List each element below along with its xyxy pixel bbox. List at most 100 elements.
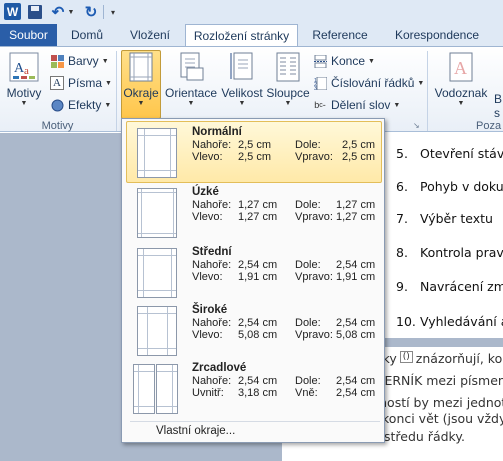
redo-icon[interactable]: ↻ <box>84 3 98 21</box>
tab-mailings[interactable]: Korespondence <box>382 24 492 46</box>
hyphenation-icon: bc- <box>314 100 326 110</box>
body-text-line: ečky()znázorňují, ko <box>368 351 502 366</box>
watermark-icon: A <box>446 51 476 83</box>
margin-bottom-value: 2,54 cm <box>336 375 376 387</box>
tab-insert[interactable]: Vložení <box>117 24 183 46</box>
save-icon[interactable] <box>28 5 42 19</box>
undo-dropdown-icon[interactable]: ▼ <box>67 3 75 21</box>
line-numbers-button[interactable]: 123 Číslování řádků ▼ <box>313 73 425 93</box>
margin-outside-value: 2,54 cm <box>336 387 376 399</box>
list-item[interactable]: 8. Kontrola prav <box>396 245 503 260</box>
body-text-line: EZERNÍK mezi písmen <box>368 373 503 388</box>
list-item[interactable]: 7. Výběr textu <box>396 211 493 226</box>
quick-access-toolbar: W ↶ ▼ ↻ ▾ <box>0 0 503 24</box>
columns-dropdown-icon: ▼ <box>284 100 292 107</box>
line-numbers-icon: 123 <box>313 76 327 90</box>
margin-left-label: Vlevo: <box>192 211 223 223</box>
margin-right-value: 1,91 cm <box>336 271 376 283</box>
colors-button[interactable]: Barvy ▼ <box>50 51 109 71</box>
margin-right-label: Vpravo: <box>295 329 333 341</box>
margin-moderate-icon <box>137 248 177 298</box>
columns-button[interactable]: Sloupce ▼ <box>266 51 310 108</box>
margin-inside-label: Uvnitř: <box>192 387 224 399</box>
hyphenation-button[interactable]: bc- Dělení slov ▼ <box>313 95 400 115</box>
margin-left-label: Vlevo: <box>192 329 223 341</box>
margin-top-label: Nahoře: <box>192 199 232 211</box>
fonts-dropdown-icon: ▼ <box>105 79 112 87</box>
tab-page-layout[interactable]: Rozložení stránky <box>185 24 298 47</box>
page-setup-launcher-icon[interactable]: ↘ <box>413 115 420 135</box>
margin-left-value: 2,5 cm <box>238 151 272 163</box>
orientation-button[interactable]: Orientace ▼ <box>164 51 218 108</box>
fonts-label: Písma <box>68 76 103 90</box>
themes-button[interactable]: Aa Motivy ▼ <box>4 51 44 108</box>
margin-mirrored-icon-left <box>133 364 155 414</box>
list-item[interactable]: 10. Vyhledávání a <box>396 314 503 329</box>
fonts-button[interactable]: A Písma ▼ <box>50 73 112 93</box>
margin-option-narrow[interactable]: Úzké Nahoře: 1,27 cm Dole: 1,27 cm Vlevo… <box>126 181 382 243</box>
margin-bottom-value: 1,27 cm <box>336 199 376 211</box>
margin-left-label: Vlevo: <box>192 151 223 163</box>
body-text-line: konci vět (jsou vždy z <box>382 411 503 426</box>
breaks-icon <box>313 54 327 68</box>
effects-icon <box>50 98 64 112</box>
customize-qat-icon[interactable]: ▾ <box>108 3 118 21</box>
margin-option-mirrored[interactable]: Zrcadlové Nahoře: 2,54 cm Dole: 2,54 cm … <box>126 357 382 419</box>
margin-right-label: Vpravo: <box>295 151 333 163</box>
margin-option-name: Úzké <box>192 186 219 198</box>
margin-top-label: Nahoře: <box>192 259 232 271</box>
margin-top-label: Nahoře: <box>192 317 232 329</box>
margin-normal-icon <box>137 128 177 178</box>
size-button[interactable]: Velikost ▼ <box>220 51 264 108</box>
margin-option-name: Střední <box>192 246 232 258</box>
effects-dropdown-icon: ▼ <box>104 101 112 109</box>
margin-top-value: 1,27 cm <box>238 199 278 211</box>
undo-icon[interactable]: ↶ <box>50 3 66 21</box>
body-text-line: středu řádky. <box>384 429 465 444</box>
ribbon-tabs: Soubor Domů Vložení Rozložení stránky Re… <box>0 24 503 47</box>
line-numbers-label: Číslování řádků <box>331 76 415 90</box>
list-item[interactable]: 9. Navrácení zm <box>396 279 503 294</box>
margin-right-value: 2,5 cm <box>342 151 376 163</box>
word-app-icon[interactable]: W <box>4 3 21 20</box>
margin-option-wide[interactable]: Široké Nahoře: 2,54 cm Dole: 2,54 cm Vle… <box>126 299 382 361</box>
themes-group-label: Motivy <box>41 120 74 132</box>
margin-top-value: 2,54 cm <box>238 317 278 329</box>
size-label: Velikost <box>221 86 263 100</box>
margin-narrow-icon <box>137 188 177 238</box>
line-numbers-dropdown-icon: ▼ <box>417 79 425 87</box>
watermark-button[interactable]: A Vodoznak ▼ <box>432 51 490 108</box>
page-background-group-label: Poza <box>476 120 502 132</box>
margin-option-name: Zrcadlové <box>192 362 247 374</box>
margin-wide-icon <box>137 306 177 356</box>
margin-right-value: 1,27 cm <box>336 211 376 223</box>
list-item[interactable]: 6. Pohyb v doku <box>396 179 503 194</box>
themes-dropdown-icon: ▼ <box>20 100 28 107</box>
margin-right-label: Vpravo: <box>295 211 333 223</box>
margin-left-value: 1,91 cm <box>238 271 278 283</box>
custom-margins-menu-item[interactable]: Vlastní okraje... <box>156 425 235 437</box>
tab-home[interactable]: Domů <box>57 24 117 46</box>
margins-dropdown-menu: Normální Nahoře: 2,5 cm Dole: 2,5 cm Vle… <box>121 118 385 443</box>
margin-option-normal[interactable]: Normální Nahoře: 2,5 cm Dole: 2,5 cm Vle… <box>126 121 382 183</box>
orientation-icon <box>176 51 206 83</box>
tab-references[interactable]: Reference <box>300 24 380 46</box>
themes-label: Motivy <box>6 86 42 100</box>
margin-bottom-value: 2,54 cm <box>336 317 376 329</box>
margin-option-moderate[interactable]: Střední Nahoře: 2,54 cm Dole: 2,54 cm Vl… <box>126 241 382 303</box>
margin-bottom-label: Dole: <box>295 199 321 211</box>
margin-left-value: 5,08 cm <box>238 329 278 341</box>
breaks-button[interactable]: Konce ▼ <box>313 51 375 71</box>
margins-button[interactable]: Okraje ▼ <box>121 50 161 119</box>
effects-label: Efekty <box>68 98 102 112</box>
breaks-dropdown-icon: ▼ <box>368 57 375 65</box>
margin-outside-label: Vně: <box>295 387 318 399</box>
tab-file[interactable]: Soubor <box>0 24 57 46</box>
list-item[interactable]: 5. Otevření stáv <box>396 146 503 161</box>
margins-label: Okraje <box>123 86 159 100</box>
watermark-dropdown-icon: ▼ <box>457 100 465 107</box>
effects-button[interactable]: Efekty ▼ <box>50 95 111 115</box>
margin-bottom-label: Dole: <box>295 317 321 329</box>
margin-right-value: 5,08 cm <box>336 329 376 341</box>
size-dropdown-icon: ▼ <box>238 100 246 107</box>
